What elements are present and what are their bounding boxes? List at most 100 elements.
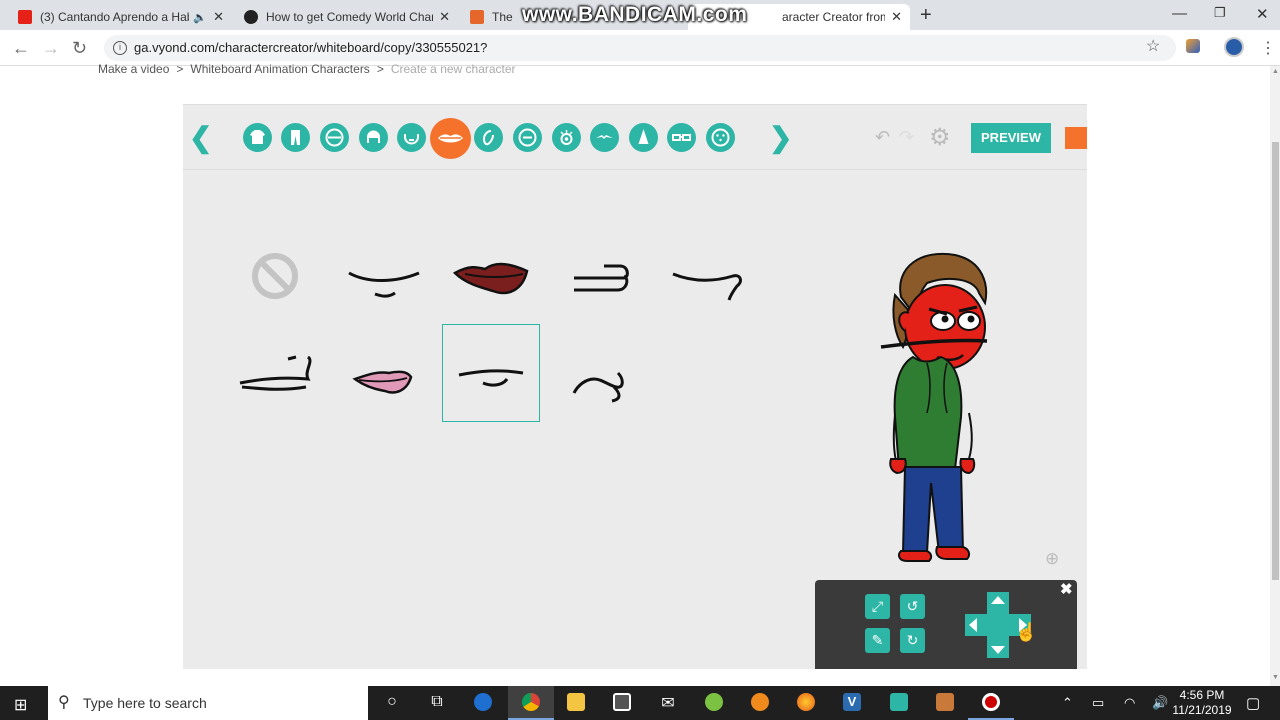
resize-icon[interactable]: ⤢ (865, 594, 890, 619)
scroll-down-arrow[interactable]: ▼ (1272, 674, 1279, 681)
back-icon[interactable]: ← (12, 38, 30, 59)
url-field[interactable]: i ga.vyond.com/charactercreator/whiteboa… (104, 35, 1176, 61)
zoom-in-icon[interactable]: ⊕ (1045, 549, 1059, 569)
next-category-arrow[interactable]: ❯ (769, 121, 792, 154)
mail-icon[interactable]: ✉ (645, 686, 691, 720)
battery-icon[interactable]: ▭ (1092, 695, 1104, 711)
visual-studio-icon[interactable]: V (829, 686, 875, 720)
ear-icon[interactable] (474, 123, 503, 152)
face-shape-icon[interactable] (320, 123, 349, 152)
edge-icon[interactable] (460, 686, 506, 720)
tab-youtube[interactable]: (3) Cantando Aprendo a Hab 🔈 ✕ (10, 4, 232, 30)
nose-line-icon[interactable] (513, 123, 542, 152)
hair-icon[interactable] (359, 123, 388, 152)
mouth-option-6[interactable] (335, 325, 433, 423)
close-icon[interactable]: ✖ (1060, 580, 1073, 598)
shirt-icon[interactable] (243, 123, 272, 152)
page-scroll-thumb[interactable] (1272, 142, 1279, 580)
mouth-option-3[interactable] (552, 226, 650, 324)
tab-title: The V (492, 10, 514, 24)
windows-start-icon[interactable]: ⊞ (14, 695, 27, 715)
url-text: ga.vyond.com/charactercreator/whiteboard… (134, 40, 488, 55)
restore-icon[interactable]: ❐ (1214, 5, 1226, 21)
clock-time: 4:56 PM (1179, 688, 1225, 702)
rotate-right-icon[interactable]: ↻ (900, 628, 925, 653)
extension-icon[interactable] (1186, 39, 1200, 53)
close-icon[interactable]: ✕ (439, 9, 450, 25)
window-close-icon[interactable]: ✕ (1256, 5, 1269, 23)
mouth-option-8[interactable] (552, 325, 650, 423)
wifi-icon[interactable]: ◠ (1124, 695, 1135, 711)
preview-button[interactable]: PREVIEW (971, 123, 1051, 153)
volume-icon[interactable]: 🔊 (1152, 695, 1168, 711)
breadcrumb-separator: > (376, 62, 384, 76)
mouth-option-1[interactable] (335, 226, 433, 324)
save-icon[interactable] (1065, 127, 1087, 149)
edit-icon[interactable]: ✎ (865, 628, 890, 653)
chrome-icon[interactable] (508, 686, 554, 720)
character-preview[interactable] (873, 245, 1013, 570)
face-detail-icon[interactable] (706, 123, 735, 152)
tray-chevron-icon[interactable]: ⌃ (1062, 695, 1073, 711)
eye-icon[interactable] (552, 123, 581, 152)
nose-icon[interactable] (629, 123, 658, 152)
bandicam-icon[interactable] (968, 686, 1014, 720)
app-paint-icon[interactable] (922, 686, 968, 720)
scroll-up-arrow[interactable]: ▲ (1272, 68, 1279, 75)
mouth-option-5[interactable] (226, 325, 324, 423)
close-icon[interactable]: ✕ (213, 9, 224, 25)
category-toolbar: ❮ ❯ ↶ ↷ ⚙ PREVIEW (183, 105, 1087, 170)
tab-title: How to get Comedy World Chara (266, 10, 434, 24)
notification-icon[interactable]: ▢ (1246, 694, 1260, 712)
beard-icon[interactable] (397, 123, 426, 152)
speaker-icon[interactable]: 🔈 (193, 11, 207, 24)
rotate-left-icon[interactable]: ↺ (900, 594, 925, 619)
vyond-icon (470, 10, 484, 24)
app-green-icon[interactable] (691, 686, 737, 720)
mouth-option-7-selected[interactable] (442, 324, 540, 422)
search-placeholder: Type here to search (83, 695, 207, 711)
system-clock[interactable]: 4:56 PM 11/21/2019 (1172, 688, 1232, 718)
prev-category-arrow[interactable]: ❮ (189, 121, 212, 154)
undo-icon[interactable]: ↶ (875, 127, 890, 148)
file-explorer-icon[interactable] (553, 686, 599, 720)
cursor-hand-icon: ☝ (1015, 622, 1038, 642)
forward-icon[interactable]: → (42, 38, 60, 59)
new-tab-button[interactable]: + (920, 4, 932, 27)
info-icon[interactable]: i (113, 41, 127, 55)
minimize-icon[interactable]: — (1172, 5, 1187, 22)
redo-icon[interactable]: ↷ (899, 127, 914, 148)
reload-icon[interactable]: ↻ (72, 38, 87, 59)
tab-github[interactable]: How to get Comedy World Chara ✕ (236, 4, 458, 30)
clock-date: 11/21/2019 (1172, 703, 1232, 717)
taskbar-search-field[interactable]: ⚲ Type here to search (48, 686, 368, 720)
breadcrumb-separator: > (176, 62, 184, 76)
recording-watermark: www.BANDICAM.com (522, 3, 748, 26)
firefox-icon[interactable] (783, 686, 829, 720)
eyebrow-icon[interactable] (590, 123, 619, 152)
breadcrumb: Make a video > Whiteboard Animation Charac… (98, 62, 516, 76)
tab-title: aracter Creator from Vyon (782, 10, 886, 24)
pants-icon[interactable] (281, 123, 310, 152)
bookmark-star-icon[interactable]: ☆ (1146, 36, 1160, 56)
task-view-icon[interactable]: ⧉ (414, 686, 460, 720)
breadcrumb-make-video[interactable]: Make a video (98, 62, 169, 76)
close-icon[interactable]: ✕ (891, 9, 902, 25)
tab-vyond-1[interactable]: The V (462, 4, 522, 30)
profile-avatar[interactable] (1224, 37, 1244, 57)
cortana-icon[interactable]: ○ (369, 686, 415, 720)
app-orange-icon[interactable] (737, 686, 783, 720)
windows-taskbar: ⊞ ⚲ Type here to search ○ ⧉ ✉ V ⌃ ▭ ◠ 🔊 … (0, 686, 1280, 720)
glasses-icon[interactable] (667, 123, 696, 152)
gear-icon[interactable]: ⚙ (929, 123, 951, 152)
breadcrumb-whiteboard-characters[interactable]: Whiteboard Animation Characters (190, 62, 369, 76)
mouth-option-4[interactable] (661, 226, 759, 324)
store-icon[interactable] (599, 686, 645, 720)
mouth-option-2[interactable] (443, 226, 541, 324)
app-arrow-icon[interactable] (876, 686, 922, 720)
kebab-menu-icon[interactable]: ⋮ (1260, 38, 1276, 58)
youtube-icon (18, 10, 32, 24)
mouth-option-none[interactable] (226, 226, 324, 324)
mouth-icon[interactable] (430, 118, 471, 159)
github-icon (244, 10, 258, 24)
